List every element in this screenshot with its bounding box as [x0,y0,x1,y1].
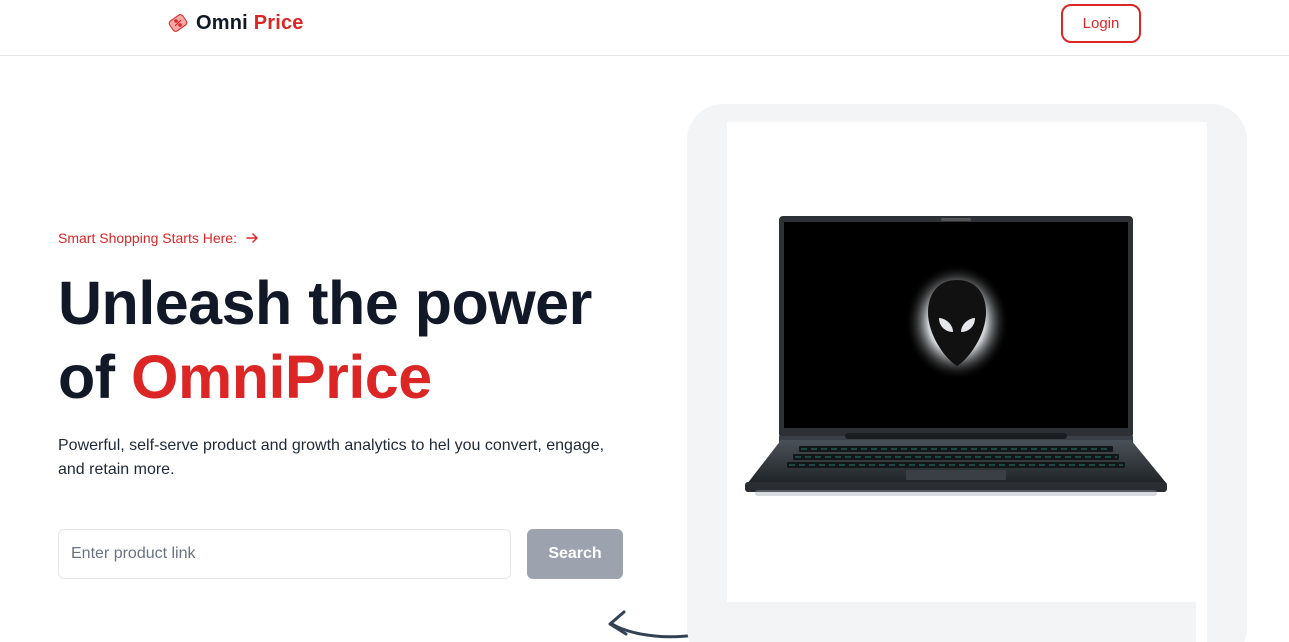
product-image-side [1196,122,1207,642]
hero-title-accent: OmniPrice [131,343,432,411]
hero-title: Unleash the power of OmniPrice [58,266,678,414]
hero-title-prefix: of [58,343,115,411]
brand-logo[interactable]: Omni Price [166,10,304,36]
arrow-right-icon [245,231,259,245]
product-link-input[interactable] [58,529,511,579]
hero-subtitle: Powerful, self-serve product and growth … [58,437,605,478]
search-button[interactable]: Search [527,529,623,579]
hero-eyebrow-label: Smart Shopping Starts Here: [58,230,237,246]
hero-eyebrow[interactable]: Smart Shopping Starts Here: [58,230,259,246]
brand-name-part1: Omni [196,11,248,34]
brand-name: Omni Price [196,12,304,35]
hero-title-line1: Unleash the power [58,269,592,337]
price-tag-icon [166,11,190,35]
top-navbar: Omni Price Login [0,0,1289,56]
login-button[interactable]: Login [1061,4,1141,43]
laptop-product-image [745,216,1167,496]
brand-name-part2: Price [253,11,304,34]
